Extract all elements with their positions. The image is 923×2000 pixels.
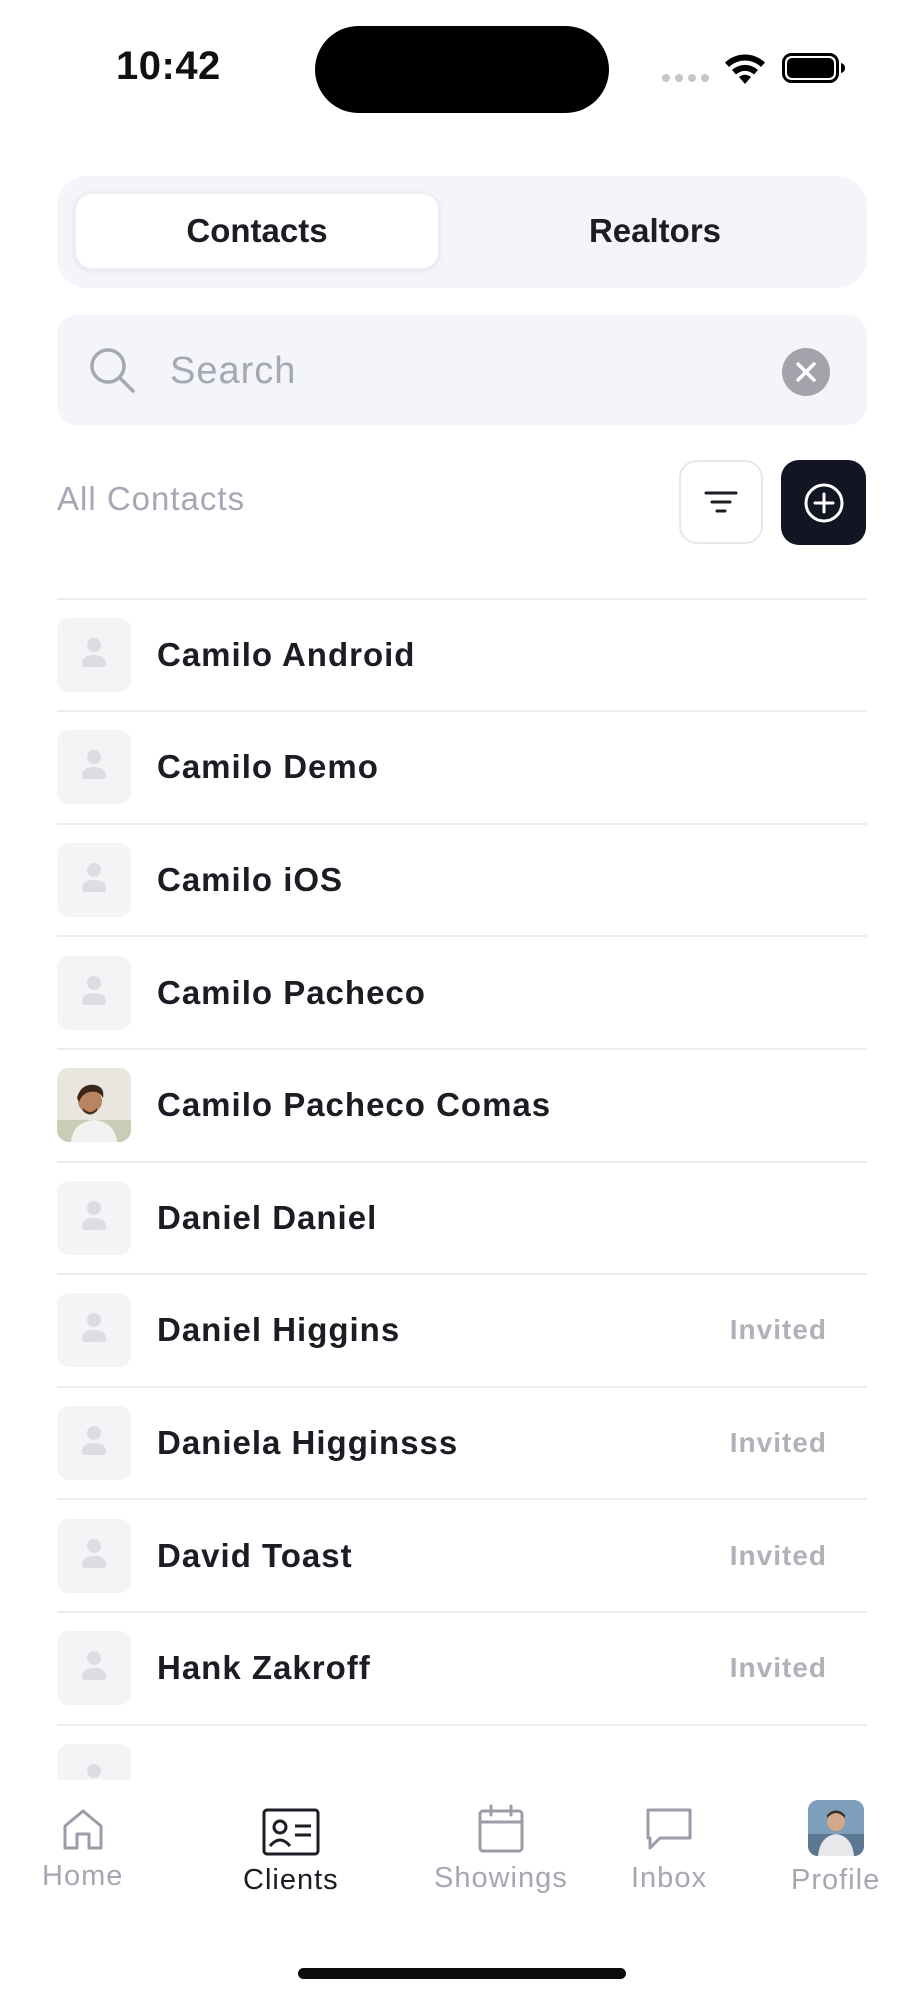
person-placeholder-icon <box>82 1538 106 1568</box>
contact-row[interactable]: Camilo Android <box>57 600 867 713</box>
contact-row[interactable]: Hank Zakroff Invited <box>57 1613 867 1726</box>
dynamic-island <box>315 26 609 113</box>
tab-contacts[interactable]: Contacts <box>74 192 440 270</box>
contact-row[interactable] <box>57 1726 867 1780</box>
wifi-icon <box>725 54 765 84</box>
contact-row[interactable] <box>57 584 867 600</box>
tab-inbox[interactable]: Inbox <box>631 1806 707 1895</box>
home-icon <box>63 1809 103 1850</box>
home-indicator <box>298 1968 626 1979</box>
status-bar: 10:42 <box>0 0 923 130</box>
tab-realtors[interactable]: Realtors <box>457 192 853 270</box>
contact-name: Camilo iOS <box>157 861 344 899</box>
chat-bubble-icon <box>646 1808 692 1850</box>
person-placeholder-icon <box>82 1426 106 1456</box>
section-title: All Contacts <box>57 480 246 517</box>
contact-row[interactable]: Camilo Pacheco <box>57 937 867 1050</box>
bottom-tab-bar: Home Clients Showings Inbox Profile <box>0 1780 923 2000</box>
contact-avatar <box>57 1293 131 1368</box>
tab-clients[interactable]: Clients <box>243 1808 339 1897</box>
battery-icon <box>782 53 845 83</box>
tab-label: Home <box>42 1860 124 1892</box>
contact-row[interactable]: Daniel Higgins Invited <box>57 1275 867 1388</box>
person-placeholder-icon <box>82 637 106 667</box>
contact-row[interactable]: Camilo Demo <box>57 712 867 825</box>
contact-avatar <box>57 1743 131 1780</box>
invite-status-badge: Invited <box>729 1652 827 1684</box>
filter-icon <box>704 491 738 513</box>
person-placeholder-icon <box>87 1763 101 1778</box>
contact-photo <box>57 1068 131 1143</box>
tab-home[interactable]: Home <box>42 1806 123 1893</box>
contact-name: Camilo Demo <box>157 748 379 786</box>
contact-avatar <box>57 617 131 692</box>
search-icon <box>90 348 135 393</box>
contact-avatar <box>57 843 131 918</box>
invite-status-badge: Invited <box>729 1314 827 1346</box>
person-placeholder-icon <box>82 750 106 780</box>
contact-avatar <box>57 1180 131 1255</box>
clear-search-button[interactable] <box>782 348 830 396</box>
search-input[interactable] <box>170 343 730 399</box>
contacts-realtors-toggle: Contacts Realtors <box>57 176 867 288</box>
profile-avatar <box>807 1800 864 1856</box>
tab-label: Clients <box>243 1864 339 1896</box>
contact-avatar <box>57 730 131 805</box>
cellular-signal-icon <box>662 74 709 82</box>
contact-avatar <box>57 955 131 1030</box>
contact-avatar <box>57 1406 131 1481</box>
contact-row[interactable]: Camilo Pacheco Comas <box>57 1050 867 1163</box>
invite-status-badge: Invited <box>729 1427 827 1459</box>
contact-card-icon <box>262 1808 320 1856</box>
contact-row[interactable]: David Toast Invited <box>57 1500 867 1613</box>
contact-avatar <box>57 1068 131 1143</box>
contact-name: Camilo Pacheco <box>157 973 426 1011</box>
search-bar <box>57 315 867 425</box>
contact-avatar <box>57 1631 131 1706</box>
tab-profile[interactable]: Profile <box>791 1800 880 1897</box>
person-placeholder-icon <box>82 1200 106 1230</box>
filter-button[interactable] <box>679 460 763 544</box>
status-time: 10:42 <box>116 44 221 88</box>
person-placeholder-icon <box>82 1313 106 1343</box>
tab-label: Profile <box>791 1864 881 1896</box>
tab-label: Showings <box>434 1862 568 1894</box>
contact-name: Camilo Pacheco Comas <box>157 1086 552 1124</box>
contact-row[interactable]: Camilo iOS <box>57 825 867 938</box>
close-icon <box>796 362 816 382</box>
contact-name: Daniel Daniel <box>157 1198 378 1236</box>
calendar-icon <box>478 1804 524 1853</box>
invite-status-badge: Invited <box>729 1539 827 1571</box>
contact-row[interactable]: Daniel Daniel <box>57 1163 867 1276</box>
plus-circle-icon <box>804 483 843 522</box>
contact-row[interactable]: Daniela Higginsss Invited <box>57 1388 867 1501</box>
contacts-list[interactable]: Camilo Android Camilo Demo Camilo iOS Ca… <box>57 584 867 1780</box>
person-placeholder-icon <box>82 975 106 1005</box>
tab-showings[interactable]: Showings <box>434 1804 568 1895</box>
person-placeholder-icon <box>82 863 106 893</box>
add-contact-button[interactable] <box>781 460 866 545</box>
person-placeholder-icon <box>82 1651 106 1681</box>
tab-label: Inbox <box>631 1862 707 1894</box>
contact-avatar <box>57 1518 131 1593</box>
contact-name: Camilo Android <box>157 635 416 673</box>
